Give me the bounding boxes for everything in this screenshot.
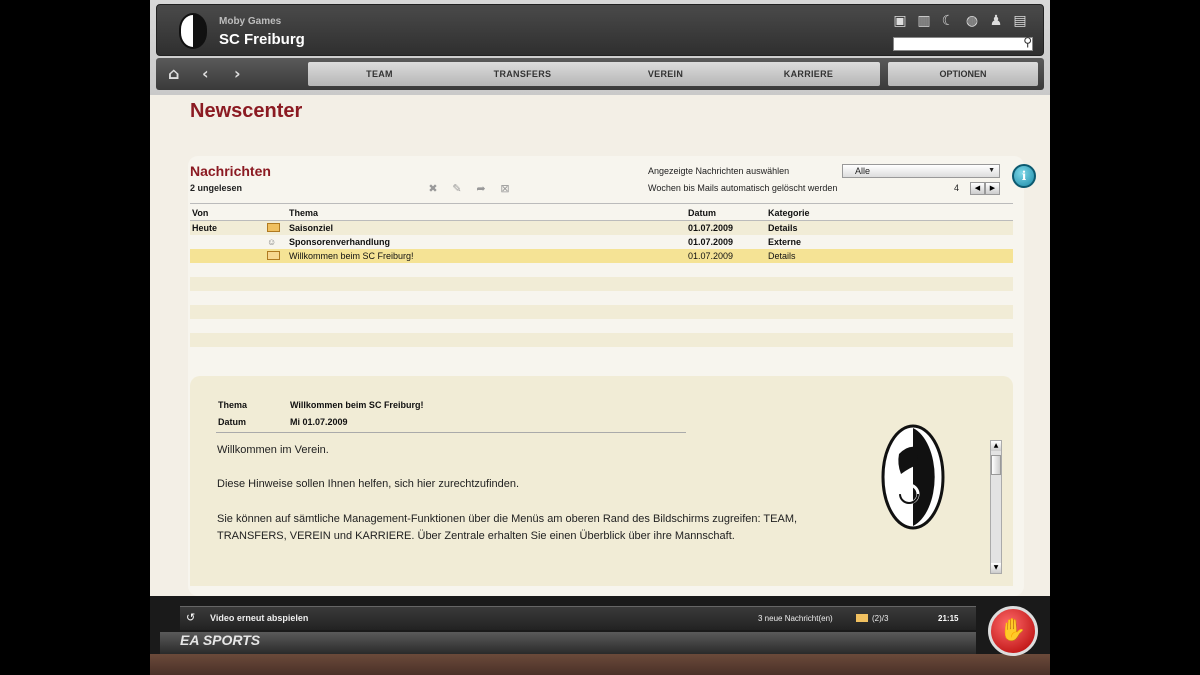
tab-team[interactable]: TEAM — [308, 62, 451, 86]
tab-transfers[interactable]: TRANSFERS — [451, 62, 594, 86]
globe-icon[interactable]: ◍ — [963, 13, 981, 29]
scroll-thumb[interactable] — [991, 455, 1001, 475]
top-bar: Moby Games SC Freiburg ▣ ▥ ☾ ◍ ♟ ▤ ⚲ — [156, 4, 1044, 56]
status-bar: ↺ Video erneut abspielen 3 neue Nachrich… — [180, 606, 976, 630]
nav-bar: ⌂ ‹ › TEAM TRANSFERS VEREIN KARRIERE OPT… — [156, 58, 1044, 90]
empty-row — [190, 305, 1013, 319]
replay-icon[interactable]: ↺ — [186, 611, 195, 624]
app-window: Moby Games SC Freiburg ▣ ▥ ☾ ◍ ♟ ▤ ⚲ ⌂ ‹… — [150, 0, 1050, 675]
desk-background — [150, 654, 1050, 675]
person-icon[interactable]: ♟ — [987, 13, 1005, 29]
home-icon[interactable]: ⌂ — [168, 64, 179, 83]
weeks-stepper[interactable]: ◀ ▶ — [970, 182, 1000, 195]
club-name: SC Freiburg — [219, 31, 305, 48]
increment-icon[interactable]: ▶ — [985, 182, 1000, 195]
empty-row — [190, 263, 1013, 277]
info-button[interactable]: i — [1012, 164, 1036, 188]
news-count[interactable]: 3 neue Nachricht(en) — [758, 614, 833, 623]
toolbar-icons: ▣ ▥ ☾ ◍ ♟ ▤ — [891, 13, 1029, 29]
detail-body-line: Sie können auf sämtliche Management-Funk… — [217, 513, 798, 542]
mail-icon — [856, 614, 868, 622]
messages-title: Nachrichten — [190, 163, 271, 179]
search-input[interactable]: ⚲ — [893, 35, 1033, 51]
moon-icon[interactable]: ☾ — [939, 13, 957, 29]
row-von: Heute — [192, 223, 218, 233]
row-thema: Saisonziel — [289, 223, 334, 233]
weeks-label: Wochen bis Mails automatisch gelöscht we… — [648, 183, 838, 193]
message-table: Von Thema Datum Kategorie Heute Saisonzi… — [190, 203, 1013, 347]
message-actions: ✖ ✎ ➦ ⊠ — [426, 182, 512, 196]
decrement-icon[interactable]: ◀ — [970, 182, 985, 195]
forward-mail-icon[interactable]: ➦ — [474, 182, 488, 196]
row-thema: Sponsorenverhandlung — [289, 237, 391, 247]
table-header: Von Thema Datum Kategorie — [190, 203, 1013, 221]
page-title: Newscenter — [190, 100, 303, 122]
mail-count: (2)/3 — [872, 614, 889, 623]
column-header-thema[interactable]: Thema — [289, 204, 318, 222]
row-datum: 01.07.2009 — [688, 251, 734, 261]
main-nav: TEAM TRANSFERS VEREIN KARRIERE — [308, 62, 880, 86]
mail-icon — [267, 223, 280, 232]
detail-thema-label: Thema — [218, 400, 248, 410]
mark-read-icon[interactable]: ✎ — [450, 182, 464, 196]
filter-value: Alle — [855, 166, 871, 176]
empty-row — [190, 333, 1013, 347]
empty-row — [190, 277, 1013, 291]
row-kategorie: Details — [768, 223, 798, 233]
unread-count: 2 ungelesen — [190, 183, 243, 193]
chevron-down-icon: ▼ — [988, 167, 995, 174]
options-button[interactable]: OPTIONEN — [888, 62, 1038, 86]
continue-button[interactable]: ✋ — [988, 606, 1038, 656]
document-icon[interactable]: ▤ — [1011, 13, 1029, 29]
ea-sports-logo: EA SPORTS — [180, 632, 261, 648]
back-icon[interactable]: ‹ — [202, 64, 209, 83]
header: Moby Games SC Freiburg ▣ ▥ ☾ ◍ ♟ ▤ ⚲ ⌂ ‹… — [150, 0, 1050, 95]
table-row[interactable]: Heute Saisonziel 01.07.2009 Details — [190, 221, 1013, 235]
row-datum: 01.07.2009 — [688, 223, 734, 233]
row-thema: Willkommen beim SC Freiburg! — [289, 251, 414, 261]
tab-verein[interactable]: VEREIN — [594, 62, 737, 86]
scrollbar[interactable]: ▲ ▼ — [990, 440, 1002, 574]
column-header-von[interactable]: Von — [192, 204, 208, 222]
delete-icon[interactable]: ✖ — [426, 182, 440, 196]
forward-icon[interactable]: › — [234, 64, 241, 83]
detail-body-line: Diese Hinweise sollen Ihnen helfen, sich… — [217, 478, 520, 490]
replay-video-link[interactable]: Video erneut abspielen — [210, 613, 308, 623]
publisher-label: Moby Games — [219, 16, 282, 27]
column-header-kategorie[interactable]: Kategorie — [768, 204, 810, 222]
empty-row — [190, 291, 1013, 305]
search-icon[interactable]: ⚲ — [1023, 35, 1032, 49]
row-kategorie: Details — [768, 251, 796, 261]
stats-icon[interactable]: ▥ — [915, 13, 933, 29]
clock: 21:15 — [938, 614, 959, 623]
table-row-selected[interactable]: Willkommen beim SC Freiburg! 01.07.2009 … — [190, 249, 1013, 263]
people-icon: ☺ — [267, 237, 277, 247]
empty-row — [190, 319, 1013, 333]
brand-bar: EA SPORTS — [160, 632, 976, 654]
row-datum: 01.07.2009 — [688, 237, 734, 247]
screen-icon[interactable]: ▣ — [891, 13, 909, 29]
filter-dropdown[interactable]: Alle ▼ — [842, 164, 1000, 178]
divider — [216, 432, 686, 433]
message-detail: Thema Willkommen beim SC Freiburg! Datum… — [190, 376, 1013, 586]
weeks-value: 4 — [954, 183, 960, 193]
detail-datum-value: Mi 01.07.2009 — [290, 417, 348, 427]
detail-thema-value: Willkommen beim SC Freiburg! — [290, 400, 424, 410]
scroll-up-icon[interactable]: ▲ — [991, 441, 1001, 451]
mail-open-icon — [267, 251, 280, 260]
column-header-datum[interactable]: Datum — [688, 204, 716, 222]
filter-label: Angezeigte Nachrichten auswählen — [648, 166, 790, 176]
footer: ↺ Video erneut abspielen 3 neue Nachrich… — [150, 596, 1050, 675]
detail-datum-label: Datum — [218, 417, 247, 427]
table-row[interactable]: ☺ Sponsorenverhandlung 01.07.2009 Extern… — [190, 235, 1013, 249]
scroll-down-icon[interactable]: ▼ — [991, 563, 1001, 573]
tab-karriere[interactable]: KARRIERE — [737, 62, 880, 86]
detail-body-line: Willkommen im Verein. — [217, 444, 329, 456]
row-kategorie: Externe — [768, 237, 802, 247]
delete-all-icon[interactable]: ⊠ — [498, 182, 512, 196]
club-crest-icon — [179, 13, 207, 49]
club-crest-icon — [881, 424, 945, 530]
